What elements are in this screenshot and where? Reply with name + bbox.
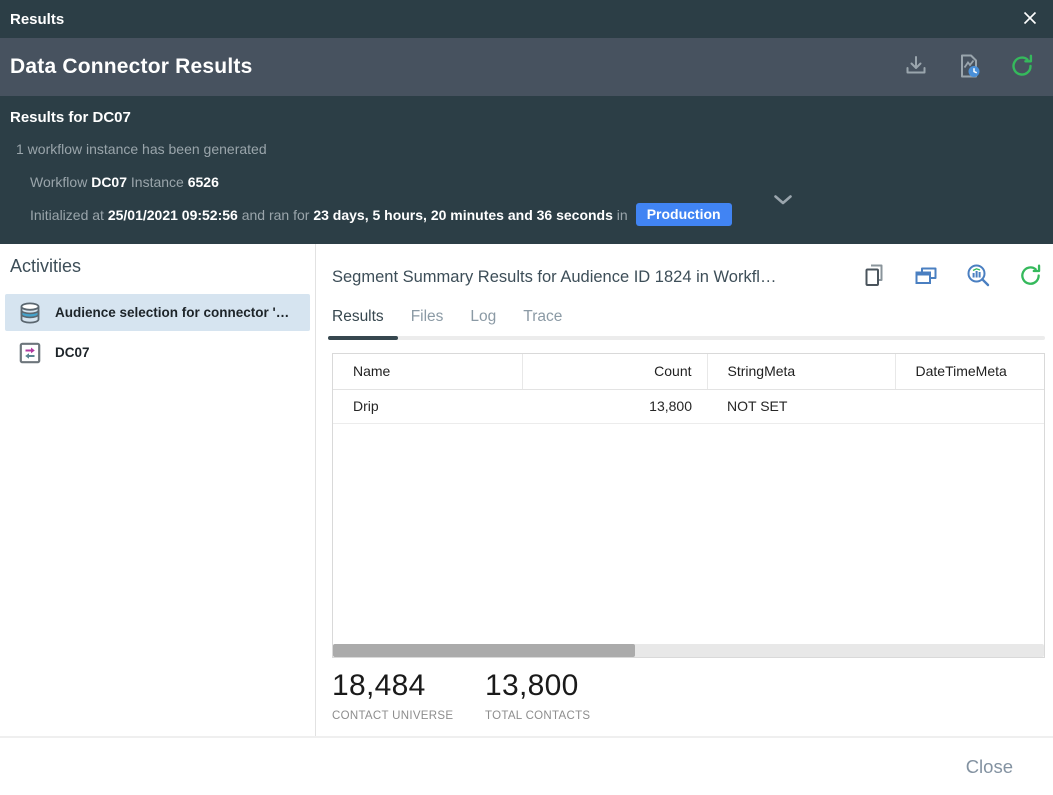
tab-files[interactable]: Files (411, 308, 444, 326)
stat-label: TOTAL CONTACTS (485, 710, 612, 722)
tab-results[interactable]: Results (332, 308, 384, 326)
ran-for-label: and ran for (242, 207, 310, 223)
open-in-windows-button[interactable] (913, 264, 939, 291)
close-button[interactable] (1021, 9, 1039, 30)
column-header-datetimemeta: DateTimeMeta (895, 354, 1044, 390)
scrollbar-thumb[interactable] (333, 644, 635, 657)
cell-name: Drip (333, 390, 522, 424)
activity-item-audience-selection[interactable]: Audience selection for connector '… (5, 294, 310, 331)
activity-item-label: DC07 (55, 345, 90, 360)
chevron-down-icon (773, 194, 793, 209)
dialog-body: Activities Audience selection for connec… (0, 244, 1053, 736)
close-icon (1021, 9, 1039, 30)
initialized-timestamp: 25/01/2021 09:52:56 (108, 207, 238, 223)
segment-title: Segment Summary Results for Audience ID … (332, 268, 852, 287)
expand-collapse-button[interactable] (773, 194, 793, 209)
dialog-titlebar: Results (0, 0, 1053, 38)
windows-icon (913, 264, 939, 291)
activity-list: Audience selection for connector '… DC07 (0, 294, 315, 371)
connector-icon (17, 340, 43, 366)
instance-label: Instance (131, 174, 184, 190)
workflow-instances-note: 1 workflow instance has been generated (16, 141, 1053, 157)
workflow-label: Workflow (30, 174, 87, 190)
results-table: Name Count StringMeta DateTimeMeta Drip … (333, 354, 1044, 424)
results-dialog: Results Data Connector Results (0, 0, 1053, 795)
workflow-run-line: Initialized at 25/01/2021 09:52:56 and r… (30, 203, 1053, 226)
column-header-stringmeta: StringMeta (707, 354, 895, 390)
search-results-button[interactable] (965, 262, 992, 292)
horizontal-scrollbar[interactable] (333, 644, 1044, 657)
close-dialog-button[interactable]: Close (966, 756, 1013, 778)
results-tabs: Results Files Log Trace (332, 308, 1045, 326)
refresh-button[interactable] (1009, 53, 1035, 82)
table-header-row: Name Count StringMeta DateTimeMeta (333, 354, 1044, 390)
activities-panel: Activities Audience selection for connec… (0, 244, 316, 736)
download-results-button[interactable] (903, 53, 929, 82)
initialized-label: Initialized at (30, 207, 104, 223)
in-label: in (617, 207, 628, 223)
workflow-instance-line: Workflow DC07 Instance 6526 (30, 174, 1053, 190)
results-panel: Segment Summary Results for Audience ID … (316, 244, 1053, 736)
column-header-count: Count (522, 354, 707, 390)
activities-title: Activities (0, 256, 315, 277)
table-empty-area (333, 424, 1044, 644)
cell-stringmeta: NOT SET (707, 390, 895, 424)
tab-trace[interactable]: Trace (523, 308, 562, 326)
active-tab-indicator (328, 336, 398, 340)
column-header-name: Name (333, 354, 522, 390)
workflow-summary-section: Results for DC07 1 workflow instance has… (0, 96, 1053, 244)
dialog-footer: Close (0, 736, 1053, 795)
schedule-report-button[interactable] (955, 52, 983, 83)
search-chart-icon (965, 262, 992, 292)
refresh-icon (1009, 53, 1035, 82)
report-clock-icon (955, 52, 983, 83)
stat-total-contacts: 13,800 TOTAL CONTACTS (485, 669, 612, 722)
summary-stats: 18,484 CONTACT UNIVERSE 13,800 TOTAL CON… (332, 669, 1045, 722)
tab-log[interactable]: Log (470, 308, 496, 326)
results-table-container: Name Count StringMeta DateTimeMeta Drip … (332, 353, 1045, 658)
refresh-icon (1018, 263, 1043, 291)
cell-datetimemeta (895, 390, 1044, 424)
cell-count: 13,800 (522, 390, 707, 424)
copy-button[interactable] (862, 262, 887, 292)
environment-badge: Production (636, 203, 732, 226)
page-header: Data Connector Results (0, 38, 1053, 96)
run-duration: 23 days, 5 hours, 20 minutes and 36 seco… (313, 207, 613, 223)
stat-value: 18,484 (332, 669, 459, 703)
stat-value: 13,800 (485, 669, 612, 703)
results-panel-header: Segment Summary Results for Audience ID … (332, 262, 1045, 292)
copy-icon (862, 262, 887, 292)
tabs-underline (332, 336, 1045, 340)
instance-id: 6526 (188, 174, 219, 190)
dialog-title: Results (10, 11, 1021, 28)
stat-contact-universe: 18,484 CONTACT UNIVERSE (332, 669, 459, 722)
refresh-results-button[interactable] (1018, 263, 1043, 291)
workflow-name: DC07 (91, 174, 127, 190)
download-icon (903, 53, 929, 82)
table-row: Drip 13,800 NOT SET (333, 390, 1044, 424)
database-icon (17, 300, 43, 326)
activity-item-dc07[interactable]: DC07 (5, 334, 310, 371)
activity-item-label: Audience selection for connector '… (55, 305, 289, 320)
stat-label: CONTACT UNIVERSE (332, 710, 459, 722)
results-for-heading: Results for DC07 (0, 96, 1053, 126)
page-title: Data Connector Results (10, 55, 903, 79)
